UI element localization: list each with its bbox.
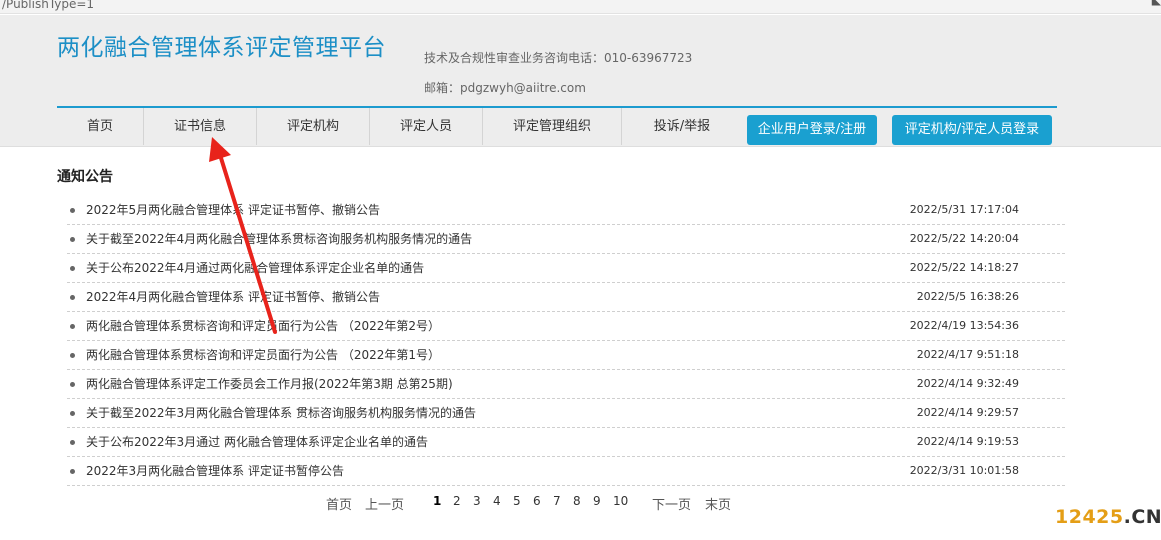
nav-management-org[interactable]: 评定管理组织 xyxy=(483,108,622,145)
bullet-icon xyxy=(70,237,75,242)
enterprise-login-button[interactable]: 企业用户登录/注册 xyxy=(747,115,877,145)
pager-page[interactable]: 7 xyxy=(553,494,561,508)
agency-login-button[interactable]: 评定机构/评定人员登录 xyxy=(892,115,1052,145)
notice-date: 2022/5/31 17:17:04 xyxy=(909,203,1019,216)
notice-link[interactable]: 关于截至2022年3月两化融合管理体系 贯标咨询服务机构服务情况的通告 xyxy=(86,399,476,427)
list-item: 两化融合管理体系评定工作委员会工作月报(2022年第3期 总第25期) 2022/… xyxy=(67,370,1065,399)
nav-assessment-agencies[interactable]: 评定机构 xyxy=(257,108,370,145)
notice-date: 2022/4/19 13:54:36 xyxy=(909,319,1019,332)
contact-email: 邮箱：pdgzwyh@aiitre.com xyxy=(424,81,586,95)
notice-date: 2022/5/22 14:18:27 xyxy=(909,261,1019,274)
list-item: 2022年4月两化融合管理体系 评定证书暂停、撤销公告 2022/5/5 16:3… xyxy=(67,283,1065,312)
pager-prev[interactable]: 上一页 xyxy=(365,494,404,513)
bullet-icon xyxy=(70,411,75,416)
pager-page[interactable]: 1 xyxy=(433,494,441,508)
list-item: 2022年3月两化融合管理体系 评定证书暂停公告 2022/3/31 10:01:… xyxy=(67,457,1065,486)
list-item: 关于截至2022年4月两化融合管理体系贯标咨询服务机构服务情况的通告 2022/5… xyxy=(67,225,1065,254)
address-bar: /PublishType=1 ◣ xyxy=(0,0,1161,14)
watermark-logo: 12425.CN xyxy=(1055,506,1161,528)
watermark-suffix: .CN xyxy=(1123,506,1161,528)
list-item: 两化融合管理体系贯标咨询和评定员面行为公告 （2022年第2号） 2022/4/1… xyxy=(67,312,1065,341)
pager-page[interactable]: 10 xyxy=(613,494,628,508)
notice-link[interactable]: 2022年5月两化融合管理体系 评定证书暂停、撤销公告 xyxy=(86,196,380,224)
pager-page[interactable]: 8 xyxy=(573,494,581,508)
bullet-icon xyxy=(70,266,75,271)
list-item: 关于公布2022年4月通过两化融合管理体系评定企业名单的通告 2022/5/22 … xyxy=(67,254,1065,283)
notice-link[interactable]: 关于公布2022年3月通过 两化融合管理体系评定企业名单的通告 xyxy=(86,428,428,456)
notice-link[interactable]: 2022年3月两化融合管理体系 评定证书暂停公告 xyxy=(86,457,344,485)
notice-link[interactable]: 两化融合管理体系评定工作委员会工作月报(2022年第3期 总第25期) xyxy=(86,370,453,398)
notice-date: 2022/5/22 14:20:04 xyxy=(909,232,1019,245)
notice-date: 2022/4/17 9:51:18 xyxy=(916,348,1019,361)
corner-arrow-icon: ◣ xyxy=(1151,0,1161,7)
notice-link[interactable]: 两化融合管理体系贯标咨询和评定员面行为公告 （2022年第2号） xyxy=(86,312,440,340)
pager-next[interactable]: 下一页 xyxy=(652,494,691,513)
notice-link[interactable]: 两化融合管理体系贯标咨询和评定员面行为公告 （2022年第1号） xyxy=(86,341,440,369)
notice-list: 2022年5月两化融合管理体系 评定证书暂停、撤销公告 2022/5/31 17:… xyxy=(67,196,1065,486)
pager-page[interactable]: 3 xyxy=(473,494,481,508)
site-header: 两化融合管理体系评定管理平台 技术及合规性审查业务咨询电话：010-639677… xyxy=(0,15,1161,147)
notice-link[interactable]: 关于截至2022年4月两化融合管理体系贯标咨询服务机构服务情况的通告 xyxy=(86,225,472,253)
pager-page[interactable]: 5 xyxy=(513,494,521,508)
notice-link[interactable]: 2022年4月两化融合管理体系 评定证书暂停、撤销公告 xyxy=(86,283,380,311)
notice-date: 2022/4/14 9:29:57 xyxy=(916,406,1019,419)
notice-date: 2022/4/14 9:19:53 xyxy=(916,435,1019,448)
bullet-icon xyxy=(70,440,75,445)
pager-page[interactable]: 2 xyxy=(453,494,461,508)
list-item: 2022年5月两化融合管理体系 评定证书暂停、撤销公告 2022/5/31 17:… xyxy=(67,196,1065,225)
pager-page[interactable]: 4 xyxy=(493,494,501,508)
main-nav: 首页 证书信息 评定机构 评定人员 评定管理组织 投诉/举报 企业用户登录/注册… xyxy=(57,106,1057,145)
notice-link[interactable]: 关于公布2022年4月通过两化融合管理体系评定企业名单的通告 xyxy=(86,254,424,282)
bullet-icon xyxy=(70,295,75,300)
list-item: 两化融合管理体系贯标咨询和评定员面行为公告 （2022年第1号） 2022/4/1… xyxy=(67,341,1065,370)
nav-assessors[interactable]: 评定人员 xyxy=(370,108,483,145)
notice-date: 2022/4/14 9:32:49 xyxy=(916,377,1019,390)
pager-page[interactable]: 6 xyxy=(533,494,541,508)
list-item: 关于截至2022年3月两化融合管理体系 贯标咨询服务机构服务情况的通告 2022/… xyxy=(67,399,1065,428)
watermark-number: 12425 xyxy=(1055,506,1124,528)
notice-date: 2022/5/5 16:38:26 xyxy=(916,290,1019,303)
pagination: 首页 上一页 1 2 3 4 5 6 7 8 9 10 下一页 末页 xyxy=(0,494,1161,514)
notice-section-title: 通知公告 xyxy=(57,169,113,185)
notice-date: 2022/3/31 10:01:58 xyxy=(909,464,1019,477)
list-item: 关于公布2022年3月通过 两化融合管理体系评定企业名单的通告 2022/4/14… xyxy=(67,428,1065,457)
site-title[interactable]: 两化融合管理体系评定管理平台 xyxy=(57,28,386,62)
nav-home[interactable]: 首页 xyxy=(57,108,144,145)
nav-complaints[interactable]: 投诉/举报 xyxy=(622,108,742,145)
contact-phone: 技术及合规性审查业务咨询电话：010-63967723 xyxy=(424,51,693,65)
bullet-icon xyxy=(70,208,75,213)
pager-first[interactable]: 首页 xyxy=(326,494,352,513)
bullet-icon xyxy=(70,382,75,387)
pager-last[interactable]: 末页 xyxy=(705,494,731,513)
nav-certificate-info[interactable]: 证书信息 xyxy=(144,108,257,145)
url-fragment: /PublishType=1 xyxy=(2,0,95,11)
bullet-icon xyxy=(70,324,75,329)
bullet-icon xyxy=(70,469,75,474)
bullet-icon xyxy=(70,353,75,358)
pager-page[interactable]: 9 xyxy=(593,494,601,508)
